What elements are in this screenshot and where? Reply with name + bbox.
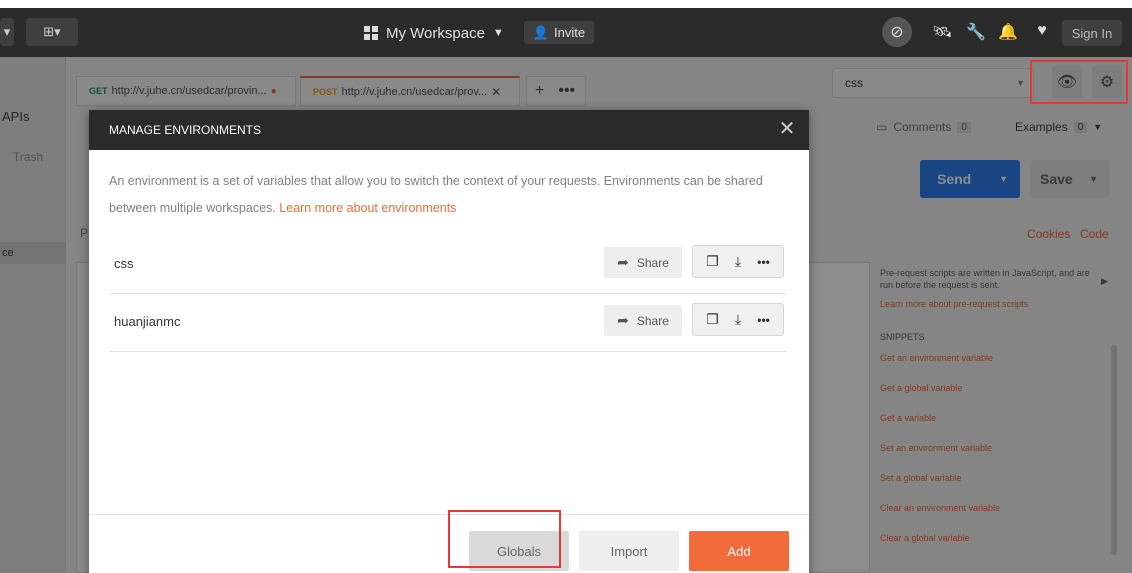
invite-label: Invite [554,25,586,40]
grid-icon [364,26,378,40]
workspace-label: My Workspace [386,24,485,42]
wrench-icon[interactable]: 🔧 [966,22,986,42]
share-label: Share [636,255,669,270]
top-strip [0,0,1132,8]
left-partial-button[interactable]: ▾ [0,18,14,46]
new-tab-button[interactable]: ⊞▾ [26,18,78,46]
highlight-box [1030,60,1128,104]
download-icon[interactable]: ⤓ [735,253,741,270]
modal-header: MANAGE ENVIRONMENTS ✕ [89,110,809,150]
share-button[interactable]: ➦ Share [604,247,682,278]
environment-actions: ❐ ⤓ ••• [692,303,784,336]
duplicate-icon[interactable]: ❐ [706,311,719,328]
more-icon[interactable]: ••• [757,313,770,327]
heart-icon[interactable]: ♥ [1032,22,1052,40]
share-arrow-icon: ➦ [617,312,629,328]
new-window-icon: ⊞▾ [43,24,61,39]
close-icon[interactable]: ✕ [777,119,797,139]
learn-more-environments-link[interactable]: Learn more about environments [279,201,456,215]
modal-title: MANAGE ENVIRONMENTS [109,123,262,137]
download-icon[interactable]: ⤓ [735,311,741,328]
add-user-icon: 👤 [532,24,550,40]
environment-name[interactable]: huanjianmc [114,314,181,329]
sign-in-button[interactable]: Sign In [1062,20,1122,46]
manage-environments-modal: MANAGE ENVIRONMENTS ✕ An environment is … [89,110,809,573]
bell-icon[interactable]: 🔔 [998,22,1018,42]
invite-button[interactable]: 👤 Invite [524,21,594,44]
modal-description: An environment is a set of variables tha… [109,168,789,222]
environment-row[interactable]: huanjianmc ➦ Share ❐ ⤓ ••• [109,294,787,352]
add-button[interactable]: Add [689,531,789,571]
share-button[interactable]: ➦ Share [604,305,682,336]
share-label: Share [636,313,669,328]
environment-name[interactable]: css [114,256,134,271]
caret-down-icon: ▼ [492,27,504,39]
sync-off-icon[interactable]: ⊘ [882,17,912,47]
import-button[interactable]: Import [579,531,679,571]
highlight-box [448,510,561,568]
workspace-switcher[interactable]: My Workspace ▼ [364,22,504,44]
environment-actions: ❐ ⤓ ••• [692,245,784,278]
satellite-icon[interactable]: 🛰 [932,22,952,42]
environment-row[interactable]: css ➦ Share ❐ ⤓ ••• [109,236,787,294]
duplicate-icon[interactable]: ❐ [706,253,719,270]
share-arrow-icon: ➦ [617,254,629,270]
more-icon[interactable]: ••• [757,255,770,269]
